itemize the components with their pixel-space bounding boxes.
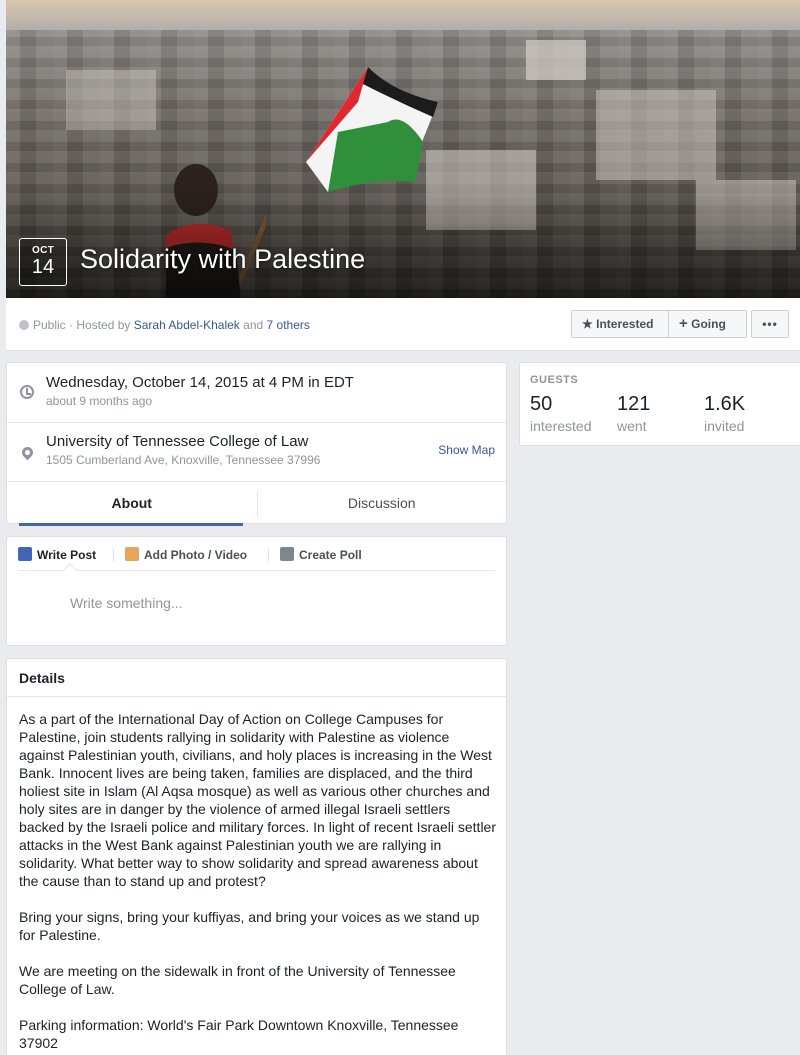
interested-button[interactable]: ★ Interested (571, 310, 668, 338)
composer-separator (113, 549, 114, 561)
photo-icon (125, 547, 139, 561)
interested-label: interested (530, 418, 592, 434)
event-month: OCT (31, 245, 54, 256)
more-icon: ••• (762, 317, 778, 331)
details-body: As a part of the International Day of Ac… (19, 710, 496, 1055)
cover-building (596, 90, 716, 180)
active-tab-caret (62, 562, 78, 578)
guests-went[interactable]: 121 went (617, 393, 650, 434)
interested-count: 50 (530, 393, 553, 415)
details-heading: Details (19, 670, 65, 686)
plus-icon: + (679, 315, 688, 332)
create-poll-label: Create Poll (299, 548, 362, 562)
venue-address: 1505 Cumberland Ave, Knoxville, Tennesse… (46, 453, 321, 467)
went-label: went (617, 418, 647, 434)
event-datetime: Wednesday, October 14, 2015 at 4 PM in E… (46, 374, 354, 391)
clock-icon (20, 385, 34, 399)
pencil-icon (18, 547, 32, 561)
globe-icon (19, 320, 29, 330)
and-label: and (243, 318, 264, 332)
flag-icon (306, 67, 438, 192)
event-relative-time: about 9 months ago (46, 394, 153, 408)
privacy-label: Public (33, 318, 66, 332)
details-paragraph: Bring your signs, bring your kuffiyas, a… (19, 909, 480, 943)
went-count: 121 (617, 393, 651, 415)
star-icon: ★ (582, 317, 593, 331)
guests-interested[interactable]: 50 interested (530, 393, 591, 434)
event-info-card: Wednesday, October 14, 2015 at 4 PM in E… (6, 362, 507, 526)
event-day: 14 (31, 256, 55, 278)
cover-shade (6, 188, 800, 298)
details-paragraph: Parking information: World's Fair Park D… (19, 1017, 459, 1051)
details-paragraph: As a part of the International Day of Ac… (19, 711, 496, 889)
more-options-button[interactable]: ••• (751, 310, 789, 338)
invited-label: invited (704, 418, 745, 434)
event-date-badge: OCT 14 (19, 238, 67, 286)
composer-divider (18, 570, 495, 571)
write-something-input[interactable]: Write something... (70, 595, 183, 611)
write-post-tab[interactable]: Write Post (18, 547, 96, 562)
map-pin-icon (19, 444, 36, 461)
add-photo-video-tab[interactable]: Add Photo / Video (125, 547, 247, 562)
going-button-label: Going (691, 317, 726, 331)
invited-count: 1.6K (704, 393, 746, 415)
tab-about[interactable]: About (7, 482, 257, 526)
host-link[interactable]: Sarah Abdel-Khalek (134, 318, 240, 332)
divider (7, 422, 506, 423)
create-poll-tab[interactable]: Create Poll (280, 547, 362, 562)
event-meta: Public · Hosted by Sarah Abdel-Khalek an… (19, 318, 310, 332)
interested-button-label: Interested (596, 317, 654, 331)
tab-discussion[interactable]: Discussion (257, 482, 507, 526)
going-button[interactable]: + Going (668, 310, 747, 338)
event-subheader: Public · Hosted by Sarah Abdel-Khalek an… (6, 298, 800, 351)
write-post-label: Write Post (37, 548, 97, 562)
details-paragraph: We are meeting on the sidewalk in front … (19, 963, 456, 997)
details-divider (7, 696, 506, 697)
hosted-by-label: · Hosted by (69, 318, 131, 332)
details-card: Details As a part of the International D… (6, 658, 507, 1055)
add-photo-label: Add Photo / Video (144, 548, 248, 562)
event-title: Solidarity with Palestine (80, 244, 366, 274)
guests-card: GUESTS 50 interested 121 went 1.6K invit… (519, 362, 800, 446)
cover-building (526, 40, 586, 80)
others-link[interactable]: 7 others (267, 318, 310, 332)
show-map-link[interactable]: Show Map (438, 443, 495, 457)
guests-label: GUESTS (530, 374, 579, 386)
composer-separator (268, 549, 269, 561)
guests-invited[interactable]: 1.6K invited (704, 393, 745, 434)
post-composer: Write Post Add Photo / Video Create Poll… (6, 536, 507, 646)
event-tabs: About Discussion (7, 481, 507, 526)
venue-name: University of Tennessee College of Law (46, 433, 309, 450)
poll-icon (280, 547, 294, 561)
cover-building (66, 70, 156, 130)
